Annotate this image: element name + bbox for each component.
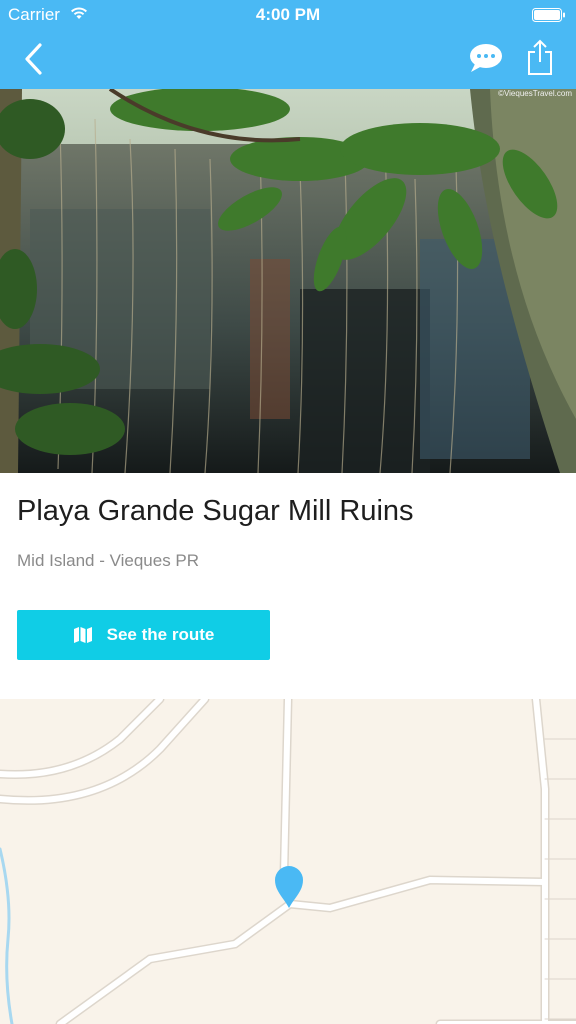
place-title: Playa Grande Sugar Mill Ruins xyxy=(17,495,414,527)
map-icon xyxy=(73,627,92,643)
place-location: Mid Island - Vieques PR xyxy=(17,551,200,570)
share-button[interactable] xyxy=(526,38,554,76)
location-map[interactable] xyxy=(0,699,576,1024)
see-route-label: See the route xyxy=(106,625,215,644)
status-bar: Carrier 4:00 PM xyxy=(0,0,576,30)
top-bar: Carrier 4:00 PM xyxy=(0,0,576,89)
see-route-button[interactable]: See the route xyxy=(17,610,270,660)
hero-photo: ©ViequesTravel.com xyxy=(0,89,576,473)
photo-watermark: ©ViequesTravel.com xyxy=(498,89,572,98)
comments-button[interactable] xyxy=(466,42,506,74)
back-button[interactable] xyxy=(16,40,52,78)
battery-icon xyxy=(532,8,565,22)
clock: 4:00 PM xyxy=(255,5,321,24)
place-info: Playa Grande Sugar Mill Ruins Mid Island… xyxy=(0,473,576,699)
